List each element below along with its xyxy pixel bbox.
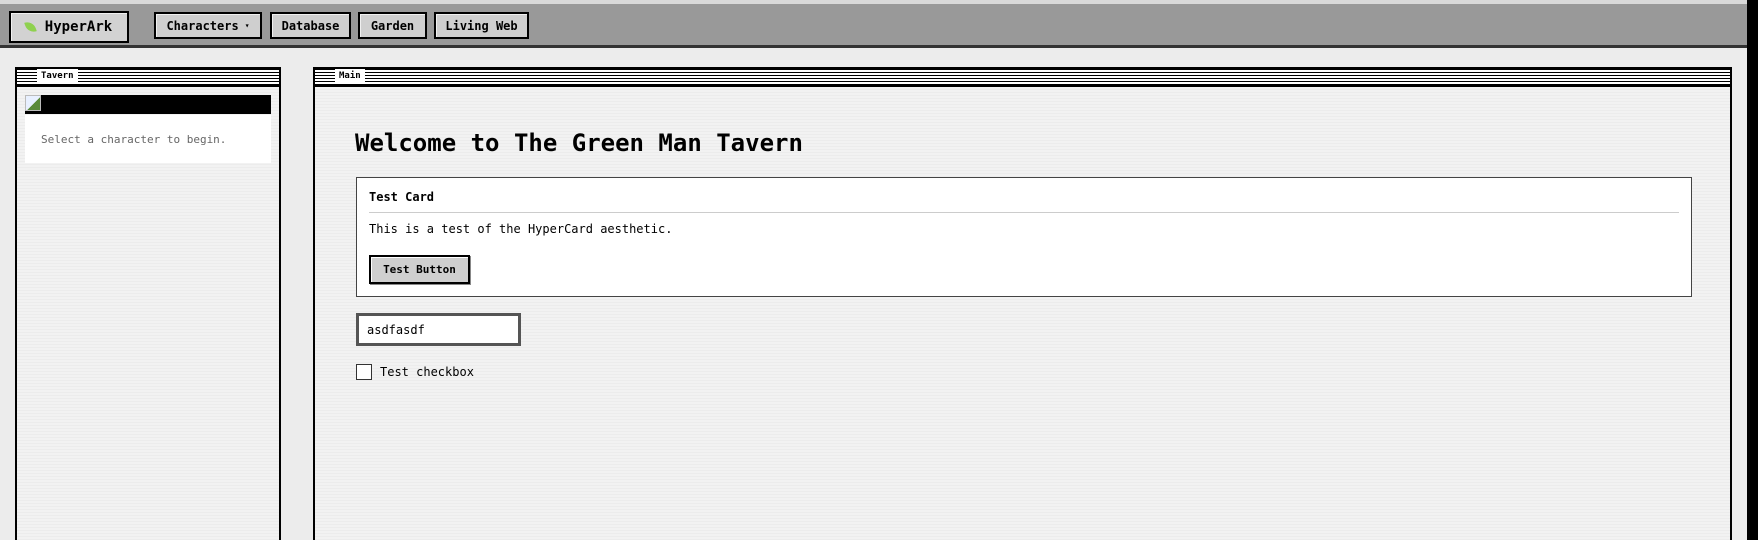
test-checkbox-label: Test checkbox	[380, 365, 474, 379]
broken-image-icon	[25, 95, 41, 111]
window-edge	[1747, 0, 1758, 540]
card-divider	[369, 212, 1679, 213]
main-window-titlebar[interactable]: Main	[315, 69, 1730, 87]
card-body-text: This is a test of the HyperCard aestheti…	[369, 222, 673, 236]
tavern-window: Tavern Select a character to begin.	[15, 67, 281, 540]
leaf-icon	[24, 19, 37, 35]
nav-garden-label: Garden	[370, 18, 415, 33]
character-portrait	[25, 95, 271, 114]
test-button[interactable]: Test Button	[369, 255, 470, 284]
test-card: Test Card This is a test of the HyperCar…	[356, 177, 1692, 297]
chevron-down-icon: ▾	[244, 21, 250, 30]
tavern-window-title: Tavern	[37, 69, 78, 83]
main-window-title: Main	[335, 69, 365, 83]
test-checkbox[interactable]	[356, 364, 372, 380]
main-window: Main Welcome to The Green Man Tavern Tes…	[313, 67, 1732, 540]
nav-living-web-label: Living Web	[445, 18, 518, 33]
nav-garden-button[interactable]: Garden	[358, 12, 427, 39]
character-prompt-text: Select a character to begin.	[41, 132, 227, 146]
top-nav-bar: HyperArk Characters ▾ Database Garden Li…	[0, 0, 1758, 48]
tavern-window-titlebar[interactable]: Tavern	[17, 69, 279, 87]
nav-characters-label: Characters	[166, 18, 239, 33]
brand-button[interactable]: HyperArk	[9, 11, 129, 43]
character-prompt-box: Select a character to begin.	[25, 115, 271, 163]
nav-characters-button[interactable]: Characters ▾	[154, 12, 262, 39]
nav-living-web-button[interactable]: Living Web	[434, 12, 529, 39]
text-input-field[interactable]	[356, 313, 521, 346]
card-title: Test Card	[369, 190, 435, 204]
nav-database-label: Database	[281, 18, 340, 33]
app-screen: HyperArk Characters ▾ Database Garden Li…	[0, 0, 1758, 540]
page-title: Welcome to The Green Man Tavern	[355, 129, 803, 157]
nav-database-button[interactable]: Database	[270, 12, 351, 39]
brand-label: HyperArk	[44, 19, 113, 35]
